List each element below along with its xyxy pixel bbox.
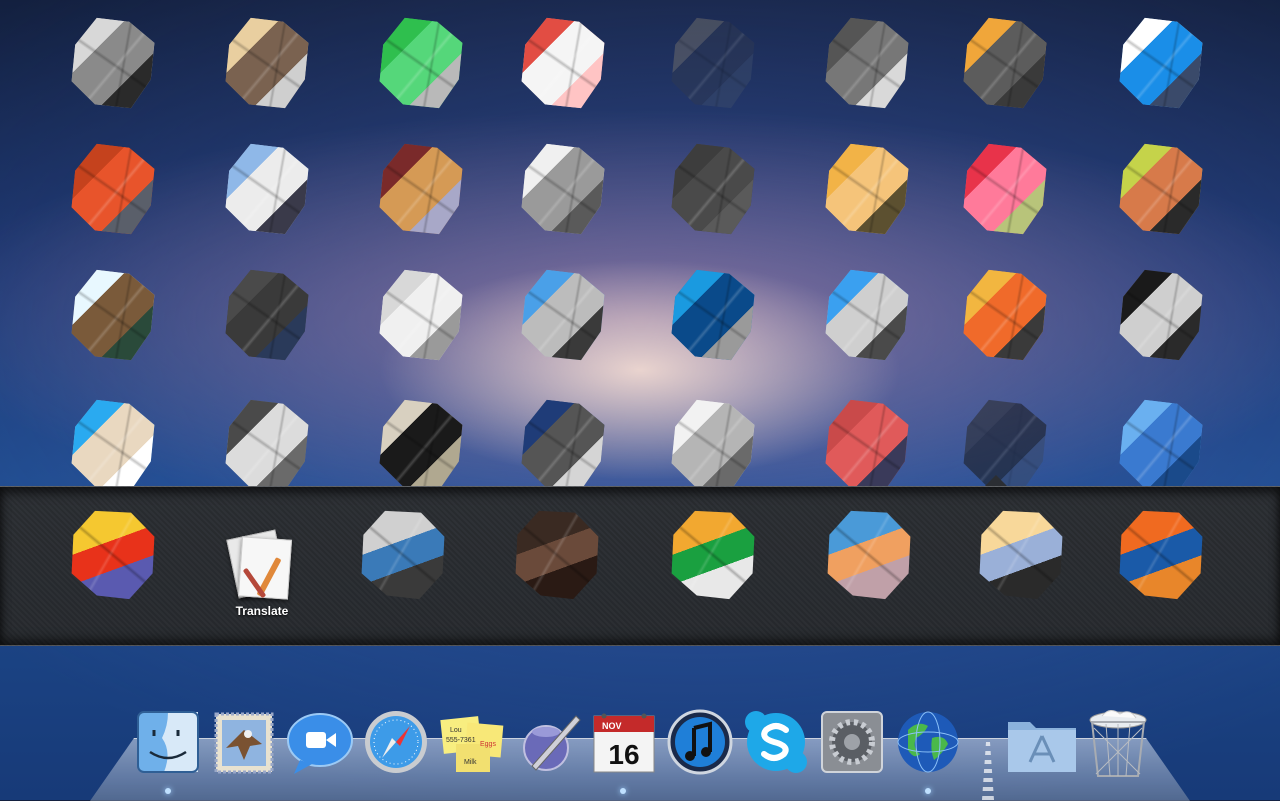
app-2-icon[interactable] bbox=[225, 17, 309, 109]
app-6-icon[interactable] bbox=[825, 17, 909, 109]
itunes-icon[interactable] bbox=[666, 708, 734, 776]
app-7-icon[interactable] bbox=[963, 17, 1047, 109]
app-18-icon[interactable] bbox=[225, 269, 309, 361]
app-32-icon[interactable] bbox=[1119, 399, 1203, 491]
app-23-icon[interactable] bbox=[963, 269, 1047, 361]
sticky-note-text-3: Eggs bbox=[480, 741, 496, 748]
app-10-icon[interactable] bbox=[225, 143, 309, 235]
app-17-icon[interactable] bbox=[71, 269, 155, 361]
app-26-icon[interactable] bbox=[225, 399, 309, 491]
running-indicator-calendar bbox=[620, 788, 626, 794]
mail-icon[interactable] bbox=[210, 708, 278, 776]
app-16-icon[interactable] bbox=[1119, 143, 1203, 235]
app-14-icon[interactable] bbox=[825, 143, 909, 235]
app-4-icon[interactable] bbox=[521, 17, 605, 109]
app-24-icon[interactable] bbox=[1119, 269, 1203, 361]
dock: Lou 555-7361 Eggs Milk NOV 16 bbox=[0, 700, 1280, 800]
translate-app-label: Translate bbox=[235, 604, 289, 618]
pages-icon[interactable] bbox=[514, 708, 582, 776]
sticky-note-text-2: 555-7361 bbox=[446, 737, 476, 744]
folder-app-8-icon[interactable] bbox=[1119, 510, 1203, 600]
open-folder-panel bbox=[0, 486, 1280, 646]
running-indicator-finder bbox=[165, 788, 171, 794]
app-21-icon[interactable] bbox=[671, 269, 755, 361]
app-11-icon[interactable] bbox=[379, 143, 463, 235]
calendar-month: NOV bbox=[602, 721, 622, 731]
app-25-icon[interactable] bbox=[71, 399, 155, 491]
app-29-icon[interactable] bbox=[671, 399, 755, 491]
app-3-icon[interactable] bbox=[379, 17, 463, 109]
app-30-icon[interactable] bbox=[825, 399, 909, 491]
folder-app-3-icon[interactable] bbox=[361, 510, 445, 600]
calendar-icon[interactable]: NOV 16 bbox=[590, 708, 658, 776]
system-preferences-icon[interactable] bbox=[818, 708, 886, 776]
skype-icon[interactable] bbox=[742, 708, 810, 776]
app-20-icon[interactable] bbox=[521, 269, 605, 361]
app-13-icon[interactable] bbox=[671, 143, 755, 235]
network-globe-icon[interactable] bbox=[894, 708, 962, 776]
folder-app-1-icon[interactable] bbox=[71, 510, 155, 600]
app-28-icon[interactable] bbox=[521, 399, 605, 491]
safari-icon[interactable] bbox=[362, 708, 430, 776]
launchpad-grid bbox=[0, 0, 1280, 491]
app-8-icon[interactable] bbox=[1119, 17, 1203, 109]
folder-app-5-icon[interactable] bbox=[671, 510, 755, 600]
app-22-icon[interactable] bbox=[825, 269, 909, 361]
folder-app-4-icon[interactable] bbox=[515, 510, 599, 600]
app-19-icon[interactable] bbox=[379, 269, 463, 361]
calendar-day: 16 bbox=[608, 739, 639, 770]
facetime-icon[interactable] bbox=[286, 708, 354, 776]
translate-app-icon[interactable]: Translate bbox=[222, 528, 302, 628]
app-9-icon[interactable] bbox=[71, 143, 155, 235]
app-12-icon[interactable] bbox=[521, 143, 605, 235]
sticky-note-text-1: Lou bbox=[450, 727, 462, 734]
app-5-icon[interactable] bbox=[671, 17, 755, 109]
folder-app-6-icon[interactable] bbox=[827, 510, 911, 600]
sticky-note-text-4: Milk bbox=[464, 759, 477, 766]
folder-app-7-icon[interactable] bbox=[979, 510, 1063, 600]
applications-folder-icon[interactable] bbox=[1006, 708, 1076, 776]
app-15-icon[interactable] bbox=[963, 143, 1047, 235]
app-27-icon[interactable] bbox=[379, 399, 463, 491]
app-1-icon[interactable] bbox=[71, 17, 155, 109]
finder-icon[interactable] bbox=[134, 708, 202, 776]
running-indicator-network bbox=[925, 788, 931, 794]
stickies-icon[interactable]: Lou 555-7361 Eggs Milk bbox=[438, 708, 506, 776]
trash-icon[interactable] bbox=[1084, 708, 1152, 777]
